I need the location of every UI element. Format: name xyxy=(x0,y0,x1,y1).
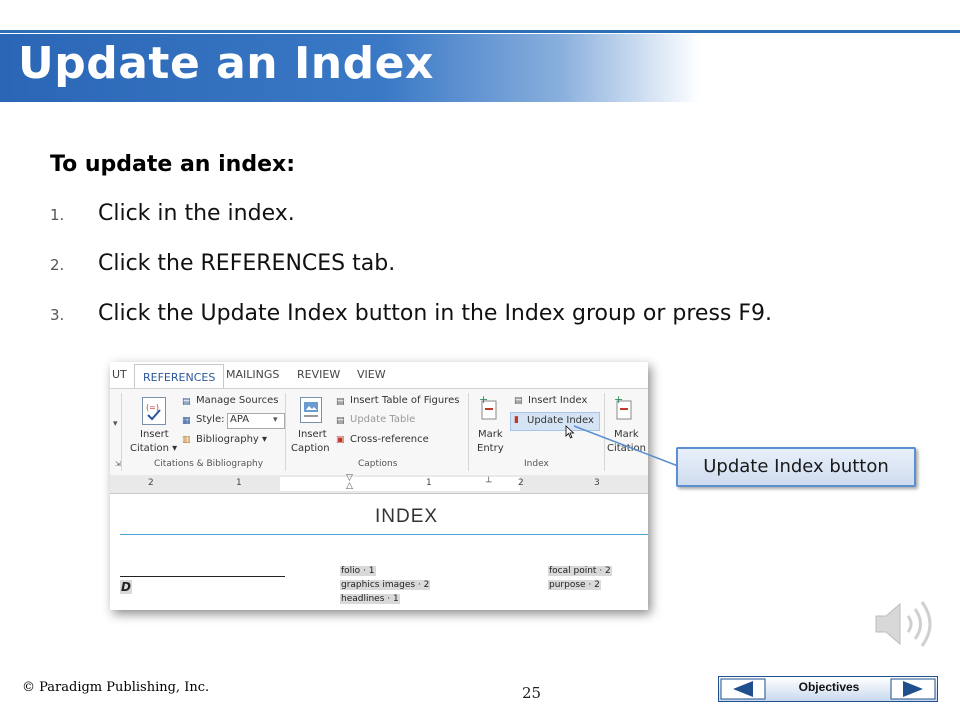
page-number: 25 xyxy=(522,684,542,702)
update-index-callout: Update Index button xyxy=(676,447,916,487)
callout-leader-line xyxy=(573,425,679,467)
speaker-icon[interactable] xyxy=(870,596,936,652)
copyright-text: © Paradigm Publishing, Inc. xyxy=(22,680,210,695)
objectives-link[interactable]: Objectives xyxy=(777,677,881,697)
triangle-right-icon xyxy=(890,678,936,700)
navigation-bar: Objectives xyxy=(718,676,938,702)
previous-slide-button[interactable] xyxy=(719,677,769,701)
triangle-left-icon xyxy=(720,678,766,700)
next-slide-button[interactable] xyxy=(887,677,937,701)
